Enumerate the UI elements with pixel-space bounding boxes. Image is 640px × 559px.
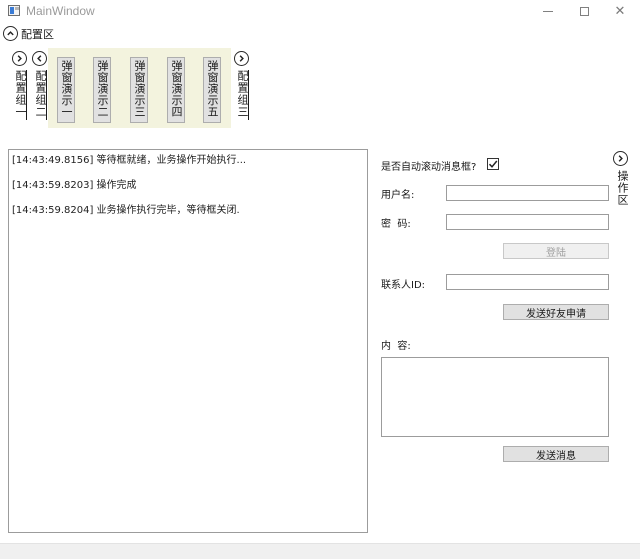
app-window-icon (8, 5, 20, 16)
minimize-icon (543, 10, 553, 12)
username-input[interactable] (446, 185, 609, 201)
login-button[interactable]: 登陆 (503, 243, 609, 259)
group-1-expand-button[interactable] (12, 51, 27, 66)
chevron-right-icon (17, 55, 22, 62)
log-line: [14:43:49.8156] 等待框就绪，业务操作开始执行... (12, 155, 247, 166)
password-label: 密 码: (381, 219, 411, 230)
send-friend-request-button[interactable]: 发送好友申请 (503, 304, 609, 320)
auto-scroll-label: 是否自动滚动消息框? (381, 162, 477, 173)
popup-demo-4-label: 弹窗演示四 (170, 60, 183, 118)
close-icon: ✕ (614, 3, 626, 19)
popup-demo-4-button[interactable]: 弹窗演示四 (167, 57, 185, 123)
log-line: [14:43:59.8203] 操作完成 (12, 180, 137, 191)
close-button[interactable]: ✕ (597, 0, 640, 22)
chevron-left-icon (37, 55, 42, 62)
group-3-label: 配置组三 (236, 70, 249, 120)
config-collapse-button[interactable] (3, 26, 18, 41)
contact-id-label: 联系人ID: (381, 280, 426, 291)
popup-demo-1-label: 弹窗演示一 (60, 60, 73, 118)
popup-demo-5-label: 弹窗演示五 (206, 60, 219, 118)
operation-area-label: 操作区 (616, 170, 629, 206)
chevron-right-icon (239, 55, 244, 62)
chevron-right-icon (618, 155, 623, 162)
popup-demo-2-button[interactable]: 弹窗演示二 (93, 57, 111, 123)
username-label: 用户名: (381, 190, 415, 201)
log-line: [14:43:59.8204] 业务操作执行完毕，等待框关闭. (12, 205, 240, 216)
group-2-label: 配置组二 (34, 70, 47, 120)
popup-demo-3-button[interactable]: 弹窗演示三 (130, 57, 148, 123)
password-input[interactable] (446, 214, 609, 230)
popup-demo-2-label: 弹窗演示二 (96, 60, 109, 118)
status-bar (0, 543, 640, 559)
chevron-up-icon (7, 31, 14, 36)
window-title: MainWindow (26, 4, 95, 18)
checkmark-icon (488, 160, 498, 168)
message-content-textarea[interactable] (381, 357, 609, 437)
message-log-box[interactable]: [14:43:49.8156] 等待框就绪，业务操作开始执行... [14:43… (8, 149, 368, 533)
group-2-collapse-button[interactable] (32, 51, 47, 66)
maximize-icon (579, 6, 589, 16)
group-1-label: 配置组一 (14, 70, 27, 120)
popup-demo-5-button[interactable]: 弹窗演示五 (203, 57, 221, 123)
content-label: 内 容: (381, 341, 411, 352)
auto-scroll-checkbox[interactable] (487, 158, 499, 170)
group-3-expand-button[interactable] (234, 51, 249, 66)
contact-id-input[interactable] (446, 274, 609, 290)
operation-area-expand-button[interactable] (613, 151, 628, 166)
config-area-label: 配置区 (21, 28, 54, 41)
send-message-button[interactable]: 发送消息 (503, 446, 609, 462)
popup-demo-3-label: 弹窗演示三 (133, 60, 146, 118)
popup-demo-1-button[interactable]: 弹窗演示一 (57, 57, 75, 123)
